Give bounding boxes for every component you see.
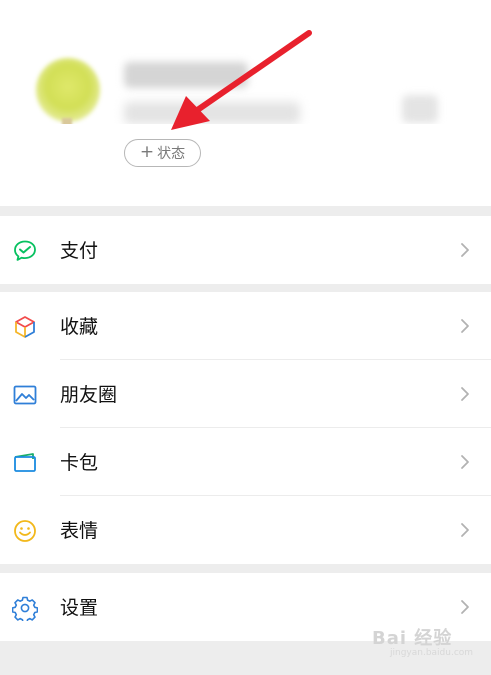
menu-item-label: 卡包 — [60, 452, 99, 474]
menu-item-moments[interactable]: 朋友圈 — [0, 360, 491, 428]
image-icon — [12, 382, 38, 408]
menu-item-label: 设置 — [60, 597, 99, 619]
status-area — [0, 124, 491, 206]
status-label: 状态 — [157, 146, 186, 162]
cube-icon — [12, 314, 38, 340]
plus-icon: + — [139, 142, 155, 162]
menu-item-label: 收藏 — [60, 316, 99, 338]
menu-item-pay[interactable]: 支付 — [0, 216, 491, 284]
profile-header[interactable]: + 状态 — [0, 0, 491, 206]
baidu-jingyan-watermark: Bai 经验 jingyan.baidu.com — [372, 628, 474, 658]
chevron-right-icon — [461, 600, 469, 614]
menu-group-pay: 支付 — [0, 216, 491, 284]
chevron-right-icon — [461, 455, 469, 469]
chevron-right-icon — [461, 387, 469, 401]
smiley-icon — [12, 518, 38, 544]
menu-item-favorites[interactable]: 收藏 — [0, 292, 491, 360]
menu-item-label: 支付 — [60, 240, 99, 262]
blurred-wechat-id — [124, 102, 300, 124]
blurred-qr-icon[interactable] — [402, 95, 438, 123]
menu-item-cards[interactable]: 卡包 — [0, 428, 491, 496]
menu-group-main: 收藏 朋友圈 卡包 表情 — [0, 292, 491, 564]
wechat-pay-icon — [12, 238, 38, 264]
watermark-url: jingyan.baidu.com — [390, 648, 474, 658]
menu-item-label: 表情 — [60, 520, 99, 542]
menu-item-label: 朋友圈 — [60, 384, 118, 406]
menu-item-stickers[interactable]: 表情 — [0, 496, 491, 564]
chevron-right-icon — [461, 523, 469, 537]
avatar[interactable] — [36, 58, 100, 122]
add-status-button[interactable]: + 状态 — [124, 139, 201, 167]
card-wallet-icon — [12, 450, 38, 476]
chevron-right-icon — [461, 319, 469, 333]
chevron-right-icon — [461, 243, 469, 257]
blurred-nickname — [124, 62, 248, 88]
gear-icon — [12, 595, 38, 621]
